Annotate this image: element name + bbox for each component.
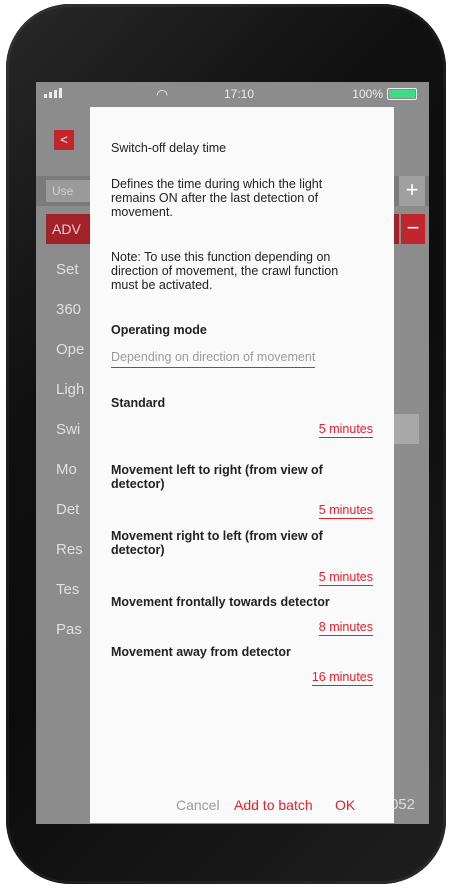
description-line: remains ON after the last detection of — [111, 191, 319, 205]
list-item[interactable]: Res — [56, 530, 84, 570]
setting-label-away: Movement away from detector — [111, 645, 291, 659]
back-button[interactable]: < — [54, 130, 74, 150]
wifi-icon: ◠ — [156, 86, 169, 102]
list-item[interactable]: Pas — [56, 610, 84, 650]
list-item[interactable]: Mo — [56, 450, 84, 490]
setting-label-right-to-left-cont: detector) — [111, 543, 165, 557]
list-item[interactable]: 360 — [56, 290, 84, 330]
setting-value-standard[interactable]: 5 minutes — [318, 422, 373, 438]
list-item-highlight — [393, 414, 419, 444]
signal-icon — [44, 88, 62, 98]
note-line: must be activated. — [111, 278, 213, 292]
list-item[interactable]: Ligh — [56, 370, 84, 410]
status-time: 17:10 — [224, 87, 255, 101]
status-bar: ◠ 17:10 100% — [36, 82, 429, 106]
list-item[interactable]: Swi — [56, 410, 84, 450]
settings-list: Set 360 Ope Ligh Swi Mo Det Res Tes Pas — [56, 250, 84, 650]
setting-value-right-to-left[interactable]: 5 minutes — [318, 570, 373, 586]
setting-label-towards: Movement frontally towards detector — [111, 595, 330, 609]
phone-frame: ◠ 17:10 100% < Use + ADV − Set 360 Ope L… — [6, 4, 446, 884]
battery-percent: 100% — [352, 87, 383, 101]
dialog-title: Switch-off delay time — [111, 141, 227, 155]
add-to-batch-button[interactable]: Add to batch — [234, 797, 313, 813]
setting-label-standard: Standard — [111, 396, 166, 410]
list-item[interactable]: Ope — [56, 330, 84, 370]
note-line: direction of movement, the crawl functio… — [111, 264, 339, 278]
ok-button[interactable]: OK — [335, 797, 355, 813]
description-line: Defines the time during which the light — [111, 177, 323, 191]
setting-value-away[interactable]: 16 minutes — [311, 670, 373, 686]
setting-label-left-to-right-cont: detector) — [111, 477, 165, 491]
cancel-button[interactable]: Cancel — [176, 797, 220, 813]
operating-mode-label: Operating mode — [111, 323, 207, 337]
setting-value-left-to-right[interactable]: 5 minutes — [318, 503, 373, 519]
collapse-button[interactable]: − — [401, 214, 425, 244]
switch-off-delay-dialog: Switch-off delay time Defines the time d… — [90, 107, 394, 823]
add-button[interactable]: + — [399, 176, 425, 206]
list-item[interactable]: Set — [56, 250, 84, 290]
battery-icon — [387, 88, 417, 100]
list-item[interactable]: Tes — [56, 570, 84, 610]
setting-label-right-to-left: Movement right to left (from view of — [111, 529, 323, 543]
battery-indicator: 100% — [352, 87, 417, 101]
description-line: movement. — [111, 205, 173, 219]
note-line: Note: To use this function depending on — [111, 250, 331, 264]
operating-mode-select[interactable]: Depending on direction of movement — [111, 350, 316, 368]
setting-label-left-to-right: Movement left to right (from view of — [111, 463, 323, 477]
list-item[interactable]: Det — [56, 490, 84, 530]
setting-value-towards[interactable]: 8 minutes — [318, 620, 373, 636]
